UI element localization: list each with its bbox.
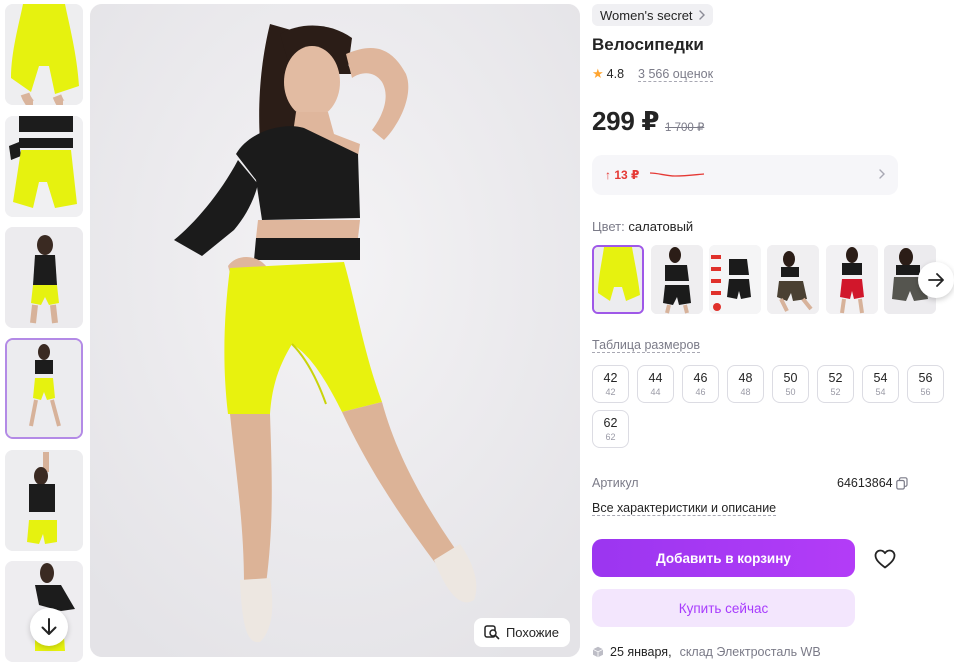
size-option[interactable]: 54 54 — [862, 365, 899, 403]
size-option[interactable]: 42 42 — [592, 365, 629, 403]
size-option[interactable]: 48 48 — [727, 365, 764, 403]
current-price: 299 ₽ — [592, 106, 660, 136]
size-ru: 62 — [603, 416, 618, 430]
color-value: салатовый — [628, 219, 694, 234]
brand-label: Women's secret — [600, 7, 693, 23]
article-row: Артикул 64613864 — [592, 476, 912, 490]
size-ru: 54 — [873, 371, 888, 385]
box-icon — [592, 646, 604, 658]
rating-value: 4.8 — [606, 67, 625, 81]
similar-label: Похожие — [505, 625, 559, 640]
size-ru: 44 — [648, 371, 663, 385]
color-swatch-red[interactable] — [826, 245, 878, 314]
heart-icon — [874, 549, 896, 569]
size-int: 50 — [785, 387, 796, 397]
all-specs-link[interactable]: Все характеристики и описание — [592, 501, 777, 516]
reviews-link[interactable]: 3 566 оценок — [638, 67, 714, 82]
colors-next-button[interactable] — [918, 262, 954, 298]
size-int: 46 — [695, 387, 706, 397]
size-ru: 56 — [918, 371, 933, 385]
delivery-info: 25 января, склад Электросталь WB — [592, 645, 821, 659]
thumbnails-scroll-down-button[interactable] — [30, 608, 68, 646]
thumbnail-gallery — [5, 4, 83, 663]
size-ru: 50 — [783, 371, 798, 385]
copy-icon[interactable] — [896, 477, 908, 490]
star-icon: ★ — [592, 66, 604, 81]
color-swatch-khaki[interactable] — [767, 245, 819, 314]
article-label: Артикул — [592, 476, 639, 490]
size-int: 54 — [875, 387, 886, 397]
product-photo — [90, 4, 580, 657]
price-sparkline-icon — [650, 172, 705, 177]
size-table-link[interactable]: Таблица размеров — [592, 338, 701, 353]
arrow-down-icon — [41, 618, 57, 635]
brand-link[interactable]: Women's secret — [592, 4, 713, 26]
buy-now-button[interactable]: Купить сейчас — [592, 589, 855, 627]
article-number: 64613864 — [837, 476, 893, 490]
chevron-right-icon — [879, 169, 885, 179]
color-options — [592, 245, 954, 315]
size-ru: 52 — [828, 371, 843, 385]
similar-search-icon — [484, 625, 500, 640]
size-int: 42 — [605, 387, 616, 397]
product-info-panel: Women's secret Велосипедки ★ 4.8 3 566 о… — [592, 0, 954, 663]
size-option[interactable]: 52 52 — [817, 365, 854, 403]
color-swatch-black[interactable] — [651, 245, 703, 314]
thumbnail-4-active[interactable] — [5, 338, 83, 439]
old-price: 1 700 ₽ — [665, 122, 705, 134]
size-option[interactable]: 46 46 — [682, 365, 719, 403]
rating-row: ★ 4.8 3 566 оценок — [592, 66, 714, 82]
chevron-right-icon — [698, 10, 705, 20]
size-int: 44 — [650, 387, 661, 397]
main-product-image[interactable]: Похожие — [90, 4, 580, 657]
thumbnail-3[interactable] — [5, 227, 83, 328]
product-title: Велосипедки — [592, 35, 704, 54]
size-int: 48 — [740, 387, 751, 397]
price-change: ↑ 13 ₽ — [605, 168, 640, 182]
thumbnail-2[interactable] — [5, 116, 83, 217]
delivery-date: 25 января, — [610, 645, 672, 659]
size-option[interactable]: 56 56 — [907, 365, 944, 403]
add-to-cart-button[interactable]: Добавить в корзину — [592, 539, 855, 577]
favorite-button[interactable] — [874, 549, 896, 574]
price-history-button[interactable]: ↑ 13 ₽ — [592, 155, 898, 195]
thumbnail-5[interactable] — [5, 450, 83, 551]
delivery-warehouse: склад Электросталь WB — [679, 645, 821, 659]
size-ru: 42 — [603, 371, 618, 385]
color-swatch-black-infographic[interactable] — [709, 245, 761, 314]
color-label: Цвет: салатовый — [592, 219, 693, 234]
color-swatch-lime[interactable] — [592, 245, 644, 314]
thumbnail-1[interactable] — [5, 4, 83, 105]
size-int: 56 — [920, 387, 931, 397]
size-int: 62 — [605, 432, 616, 442]
size-ru: 46 — [693, 371, 708, 385]
size-option[interactable]: 50 50 — [772, 365, 809, 403]
size-int: 52 — [830, 387, 841, 397]
size-ru: 48 — [738, 371, 753, 385]
similar-button[interactable]: Похожие — [473, 618, 570, 647]
arrow-right-icon — [928, 273, 944, 287]
color-label-text: Цвет: — [592, 219, 625, 234]
size-option[interactable]: 62 62 — [592, 410, 629, 448]
size-option[interactable]: 44 44 — [637, 365, 674, 403]
